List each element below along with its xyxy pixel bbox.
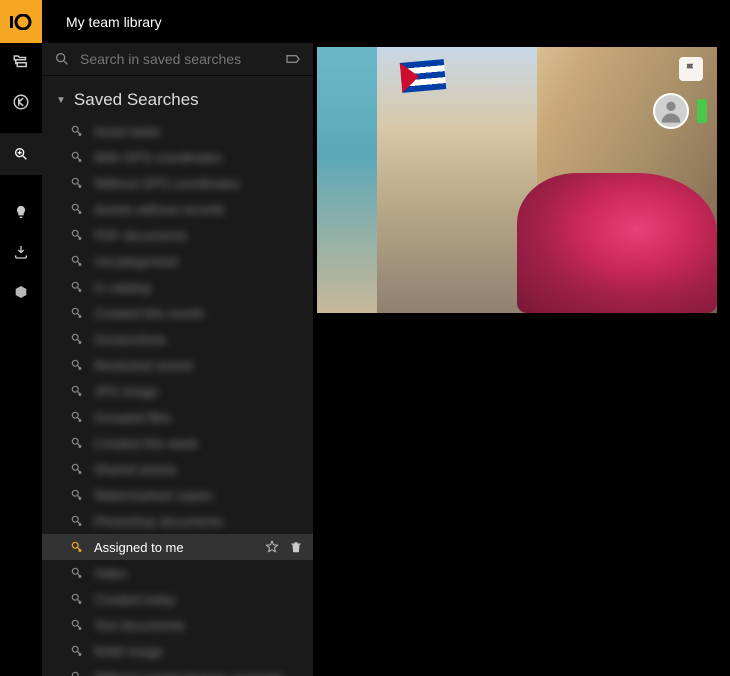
search-person-icon [70,228,84,242]
saved-search-item[interactable]: With GPS coordinates [42,144,313,170]
page-title: My team library [66,14,162,30]
flag-button[interactable] [679,57,703,81]
saved-search-item[interactable]: Created today [42,586,313,612]
search-person-icon [70,514,84,528]
saved-search-item[interactable]: PDF documents [42,222,313,248]
search-person-icon [70,176,84,190]
search-person-icon [70,436,84,450]
saved-search-label: Text documents [94,618,185,633]
content-area [313,43,730,676]
download-icon[interactable] [12,243,30,261]
saved-search-label: JPG image [94,384,158,399]
search-person-icon [70,592,84,606]
saved-search-item[interactable]: Shared assets [42,456,313,482]
search-person-icon [70,462,84,476]
label-icon[interactable] [285,51,301,67]
search-zoom-icon[interactable] [0,133,42,175]
search-person-icon [70,488,84,502]
star-icon[interactable] [265,540,279,554]
folder-tree-icon[interactable] [12,53,30,71]
saved-search-item[interactable]: Asset tasks [42,118,313,144]
saved-search-label: Video [94,566,127,581]
saved-search-item[interactable]: Text documents [42,612,313,638]
saved-search-label: In catalog [94,280,150,295]
avatar[interactable] [653,93,689,129]
saved-search-label: Created this week [94,436,198,451]
search-person-icon [70,618,84,632]
saved-searches-list: Asset tasks With GPS coordinates Without G… [42,118,313,676]
saved-search-label: Created this month [94,306,204,321]
saved-search-item[interactable]: RAW image [42,638,313,664]
status-strip [697,99,707,123]
saved-search-label: Watermarked copies [94,488,213,503]
icon-sidebar [0,43,42,676]
saved-search-item[interactable]: Grouped files [42,404,313,430]
saved-search-item[interactable]: Without GPS coordinates [42,170,313,196]
saved-search-item[interactable]: Assets without records [42,196,313,222]
saved-search-item[interactable]: Uncategorized [42,248,313,274]
search-input[interactable] [80,51,275,67]
saved-searches-panel: ▼ Saved Searches Asset tasks With GPS coo… [42,43,313,676]
saved-search-item[interactable]: JPG image [42,378,313,404]
saved-search-label: Restricted assets [94,358,194,373]
package-icon[interactable] [12,283,30,301]
saved-search-label: Screenshots [94,332,166,347]
search-person-icon [70,670,84,676]
saved-search-item[interactable]: Watermarked copies [42,482,313,508]
saved-search-item[interactable]: Screenshots [42,326,313,352]
asset-thumbnail[interactable] [317,47,717,313]
saved-search-label: Assets without records [94,202,225,217]
search-person-icon [70,384,84,398]
saved-search-item[interactable]: Restricted assets [42,352,313,378]
saved-search-label: Asset tasks [94,124,160,139]
saved-search-label: Assigned to me [94,540,184,555]
saved-search-label: With GPS coordinates [94,150,222,165]
saved-search-label: RAW image [94,644,163,659]
saved-search-label: Without current license coverage [94,670,283,676]
search-person-icon [70,124,84,138]
search-person-icon [70,644,84,658]
search-person-icon [70,332,84,346]
saved-search-label: Uncategorized [94,254,178,269]
search-person-icon [70,202,84,216]
saved-search-label: Created today [94,592,176,607]
trash-icon[interactable] [289,540,303,554]
saved-search-label: PDF documents [94,228,187,243]
saved-search-item[interactable]: In catalog [42,274,313,300]
saved-search-label: Grouped files [94,410,171,425]
section-title: Saved Searches [74,90,199,110]
saved-search-item[interactable]: Photoshop documents [42,508,313,534]
search-person-icon [70,150,84,164]
lightbulb-icon[interactable] [12,203,30,221]
search-person-icon [70,280,84,294]
saved-search-label: Photoshop documents [94,514,223,529]
search-icon [54,51,70,67]
circle-k-icon[interactable] [12,93,30,111]
section-header[interactable]: ▼ Saved Searches [42,76,313,118]
saved-search-item[interactable]: Assigned to me [42,534,313,560]
saved-search-label: Without GPS coordinates [94,176,240,191]
search-person-icon [70,566,84,580]
cuban-flag [400,59,446,93]
saved-search-item[interactable]: Without current license coverage [42,664,313,676]
saved-search-label: Shared assets [94,462,177,477]
search-person-icon [70,540,84,554]
search-person-icon [70,358,84,372]
saved-search-item[interactable]: Created this month [42,300,313,326]
saved-search-item[interactable]: Video [42,560,313,586]
app-logo[interactable] [0,0,42,43]
search-person-icon [70,306,84,320]
saved-search-item[interactable]: Created this week [42,430,313,456]
caret-down-icon: ▼ [56,95,66,106]
search-person-icon [70,254,84,268]
search-person-icon [70,410,84,424]
